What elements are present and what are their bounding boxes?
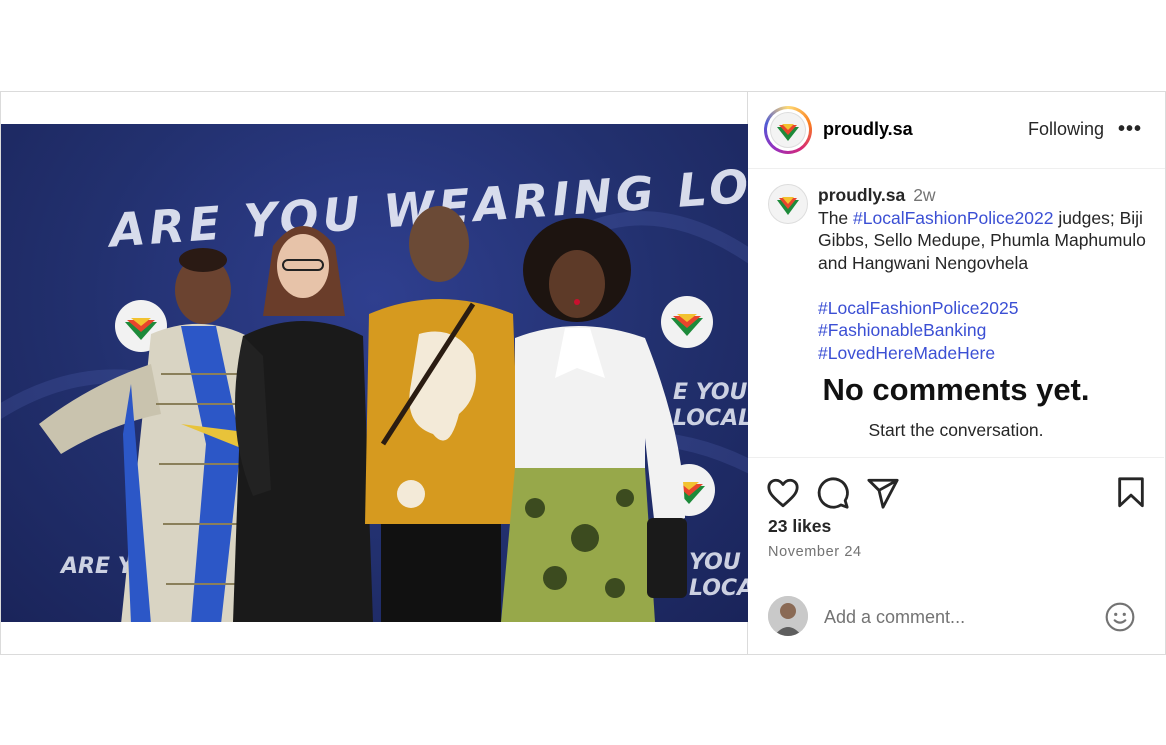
current-user-avatar — [768, 596, 808, 636]
post-photo[interactable]: ARE YOU WEARING LOCAL? ARE YOU WEARING E… — [1, 124, 748, 622]
person-2 — [233, 226, 373, 622]
hashtag-link[interactable]: #FashionableBanking — [818, 320, 986, 340]
post-sidebar: proudly.sa Following ••• proudly.sa 2w Th… — [748, 92, 1166, 654]
add-comment-row — [748, 577, 1164, 653]
comment-icon[interactable] — [816, 476, 850, 510]
hashtag-link[interactable]: #LocalFashionPolice2025 — [818, 298, 1018, 318]
person-4 — [501, 218, 687, 622]
comment-input[interactable] — [822, 602, 1076, 632]
caption-block: proudly.sa 2w The #LocalFashionPolice2022… — [748, 169, 1164, 456]
post-header: proudly.sa Following ••• — [748, 92, 1165, 169]
caption-avatar[interactable] — [768, 184, 808, 224]
proudly-sa-logo-icon — [770, 112, 806, 148]
post-date: November 24 — [768, 544, 862, 560]
header-username[interactable]: proudly.sa — [823, 119, 913, 140]
hashtag-link[interactable]: #LocalFashionPolice2022 — [853, 208, 1053, 228]
share-icon[interactable] — [866, 476, 900, 510]
action-bar: 23 likes November 24 — [748, 457, 1164, 578]
backdrop-text: YOU LOCAL — [689, 550, 748, 601]
caption-pre: The — [818, 207, 854, 228]
caption-text: proudly.sa 2w The #LocalFashionPolice2022… — [818, 184, 1148, 364]
emoji-icon[interactable] — [1104, 601, 1136, 633]
bookmark-icon[interactable] — [1114, 476, 1148, 510]
instagram-post: ARE YOU WEARING LOCAL? ARE YOU WEARING E… — [0, 91, 1166, 655]
story-ring-avatar[interactable] — [764, 106, 812, 154]
hashtag-link[interactable]: #LovedHereMadeHere — [818, 343, 995, 363]
post-media: ARE YOU WEARING LOCAL? ARE YOU WEARING E… — [0, 92, 748, 654]
following-button[interactable]: Following — [1028, 119, 1104, 140]
caption-timestamp[interactable]: 2w — [913, 185, 935, 205]
likes-count[interactable]: 23 likes — [768, 516, 831, 537]
caption-username[interactable]: proudly.sa — [818, 185, 905, 205]
more-options-icon[interactable]: ••• — [1118, 118, 1142, 141]
heart-icon[interactable] — [766, 476, 800, 510]
no-comments-subtitle: Start the conversation. — [868, 420, 1044, 440]
no-comments-title: No comments yet. — [822, 372, 1090, 407]
